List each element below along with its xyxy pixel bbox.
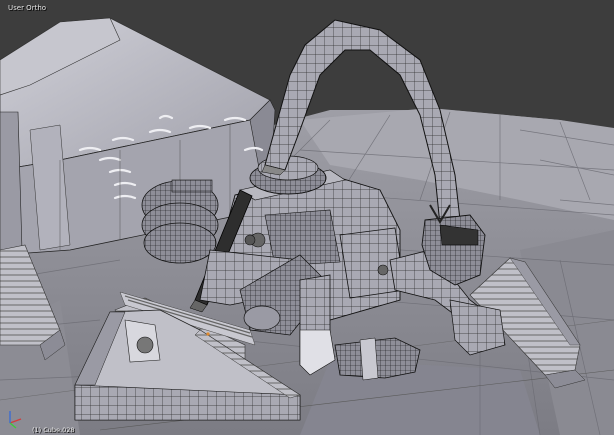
3d-viewport[interactable]: User Ortho (1) Cube.028 <box>0 0 614 435</box>
object-origin-marker <box>206 332 210 336</box>
active-object-label: (1) Cube.028 <box>32 426 75 434</box>
axis-gizmo-icon <box>9 411 22 429</box>
mesh-scene[interactable] <box>0 0 614 435</box>
view-mode-label: User Ortho <box>8 4 47 12</box>
